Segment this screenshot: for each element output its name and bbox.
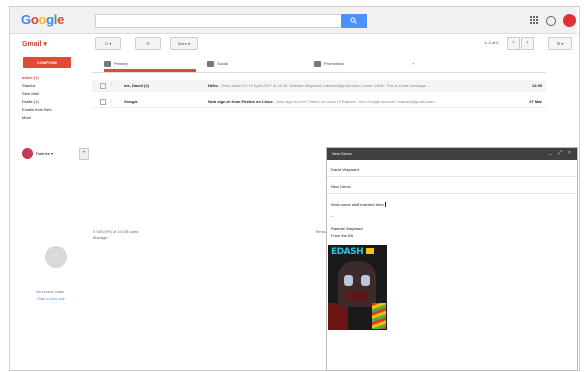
logo-letter-G: G bbox=[21, 12, 31, 27]
sidebar-item-starred[interactable]: Starred bbox=[22, 82, 52, 90]
gmail-menu-label: Gmail bbox=[22, 41, 42, 48]
prev-page-button[interactable]: ‹ bbox=[507, 37, 520, 50]
row-checkbox[interactable] bbox=[100, 99, 106, 105]
email-time: 11:39 bbox=[531, 83, 542, 88]
sidebar-item-drafts[interactable]: Drafts (1) bbox=[22, 98, 52, 106]
signature-dash: -- bbox=[331, 213, 334, 218]
next-page-button[interactable]: › bbox=[521, 37, 534, 50]
refresh-button[interactable]: ⟳ bbox=[135, 37, 161, 50]
magazine-red-block bbox=[328, 303, 348, 330]
email-subject: New sign-in from Firefox on Linux - New … bbox=[208, 96, 436, 107]
tab-social[interactable]: Social bbox=[207, 55, 299, 72]
table-row[interactable]: ☆ me, David (2) Hello - Hello back! On 1… bbox=[92, 80, 546, 92]
tab-promotions[interactable]: Promotions bbox=[314, 55, 406, 72]
minimize-icon[interactable]: _ bbox=[549, 150, 552, 156]
email-snippet: - New sign-in from Firefox on Linux Hi R… bbox=[272, 99, 436, 104]
to-field[interactable]: David Wayward bbox=[327, 164, 577, 177]
logo-letter-g: g bbox=[46, 12, 54, 27]
no-chats-text: No recent chats bbox=[36, 289, 65, 294]
expand-icon[interactable]: ⤢ bbox=[558, 150, 562, 156]
magazine-stripes bbox=[372, 303, 386, 329]
email-snippet: - Hello back! On 19 April 2017 at 11:35,… bbox=[217, 83, 431, 88]
star-icon[interactable]: ☆ bbox=[109, 80, 113, 91]
search-input[interactable] bbox=[95, 14, 347, 28]
star-icon[interactable]: ☆ bbox=[109, 96, 113, 107]
add-tab-button[interactable]: + bbox=[412, 55, 422, 72]
body-text-line: Wow some stuff inserted here bbox=[331, 202, 384, 207]
start-chat-link[interactable]: Start a new one bbox=[37, 296, 65, 301]
chat-bubble-icon: … bbox=[45, 246, 67, 268]
compose-title: New Demo bbox=[332, 151, 352, 156]
hangouts-avatar bbox=[22, 148, 33, 159]
logo-letter-e: e bbox=[57, 12, 65, 27]
close-icon[interactable]: × bbox=[568, 150, 571, 156]
robot-right-eye bbox=[361, 275, 370, 286]
more-button[interactable]: More ▾ bbox=[170, 37, 198, 50]
row-checkbox[interactable] bbox=[100, 83, 106, 89]
pagination-text: 1–2 of 2 bbox=[484, 40, 499, 45]
top-bar: Google bbox=[10, 7, 577, 34]
table-row[interactable]: ☆ Google New sign-in from Firefox on Lin… bbox=[92, 96, 546, 108]
tab-primary[interactable]: Primary bbox=[104, 55, 196, 72]
robot-left-eye bbox=[344, 275, 353, 286]
footer-terms-link[interactable]: Terms bbox=[315, 229, 326, 234]
tab-social-label: Social bbox=[217, 61, 228, 66]
email-sender: Google bbox=[124, 99, 138, 104]
signature-name: Raebee Wayward bbox=[331, 226, 363, 231]
hangouts-user-name: Raebee ▾ bbox=[36, 151, 54, 156]
tab-promotions-label: Promotions bbox=[324, 61, 345, 66]
sidebar-item-emails-from-bert[interactable]: Emails from Bert bbox=[22, 106, 52, 114]
signature-line: From the Bit bbox=[331, 233, 353, 238]
notifications-icon[interactable] bbox=[546, 16, 556, 26]
sidebar-item-sent[interactable]: Sent Mail bbox=[22, 90, 52, 98]
logo-letter-o2: o bbox=[38, 12, 47, 27]
text-cursor bbox=[384, 202, 386, 208]
robot-head-image bbox=[338, 261, 376, 307]
inbox-tabs: Primary Social Promotions + bbox=[92, 55, 546, 73]
compose-button[interactable]: COMPOSE bbox=[23, 57, 71, 68]
magazine-title: EDASH bbox=[331, 247, 364, 257]
search-icon bbox=[350, 17, 357, 24]
sidebar-item-inbox[interactable]: Inbox (1) bbox=[22, 74, 52, 82]
account-avatar[interactable] bbox=[563, 14, 576, 27]
settings-button[interactable]: ⚙ ▾ bbox=[548, 37, 572, 50]
storage-usage-text: 0 GB (0%) of 15 GB used Manage bbox=[93, 229, 139, 240]
subject-field[interactable]: New Demo bbox=[327, 181, 577, 194]
google-logo[interactable]: Google bbox=[21, 12, 64, 27]
magazine-price-tag bbox=[366, 248, 374, 254]
email-sender: me, David (2) bbox=[124, 83, 149, 88]
gmail-menu[interactable]: Gmail ▾ bbox=[22, 40, 47, 48]
more-button-label: More bbox=[177, 41, 187, 46]
people-icon bbox=[207, 60, 214, 67]
tag-icon bbox=[314, 60, 321, 67]
robot-visor bbox=[346, 291, 368, 301]
hangouts-user-label: Raebee bbox=[36, 151, 51, 156]
email-subject: Hello - Hello back! On 19 April 2017 at … bbox=[208, 80, 431, 91]
search-button[interactable] bbox=[341, 14, 367, 28]
subject-field-value: New Demo bbox=[331, 184, 351, 189]
body-text[interactable]: Wow some stuff inserted here bbox=[331, 202, 386, 208]
magazine-cover-image[interactable]: EDASH bbox=[328, 245, 387, 330]
inbox-icon bbox=[104, 60, 111, 67]
compose-header[interactable]: New Demo _ ⤢ × bbox=[327, 148, 577, 160]
sidebar-nav: Inbox (1) Starred Sent Mail Drafts (1) E… bbox=[22, 74, 52, 122]
new-chat-plus-icon[interactable]: + bbox=[79, 148, 89, 160]
apps-grid-icon[interactable] bbox=[530, 16, 538, 24]
to-field-value: David Wayward bbox=[331, 167, 359, 172]
email-subject-text: Hello bbox=[208, 83, 218, 88]
email-time: 27 Mar bbox=[529, 99, 542, 104]
tab-primary-label: Primary bbox=[114, 61, 128, 66]
select-checkbox-button[interactable]: ☐ ▾ bbox=[95, 37, 121, 50]
sidebar-item-more[interactable]: More bbox=[22, 114, 52, 122]
email-subject-text: New sign-in from Firefox on Linux bbox=[208, 99, 273, 104]
